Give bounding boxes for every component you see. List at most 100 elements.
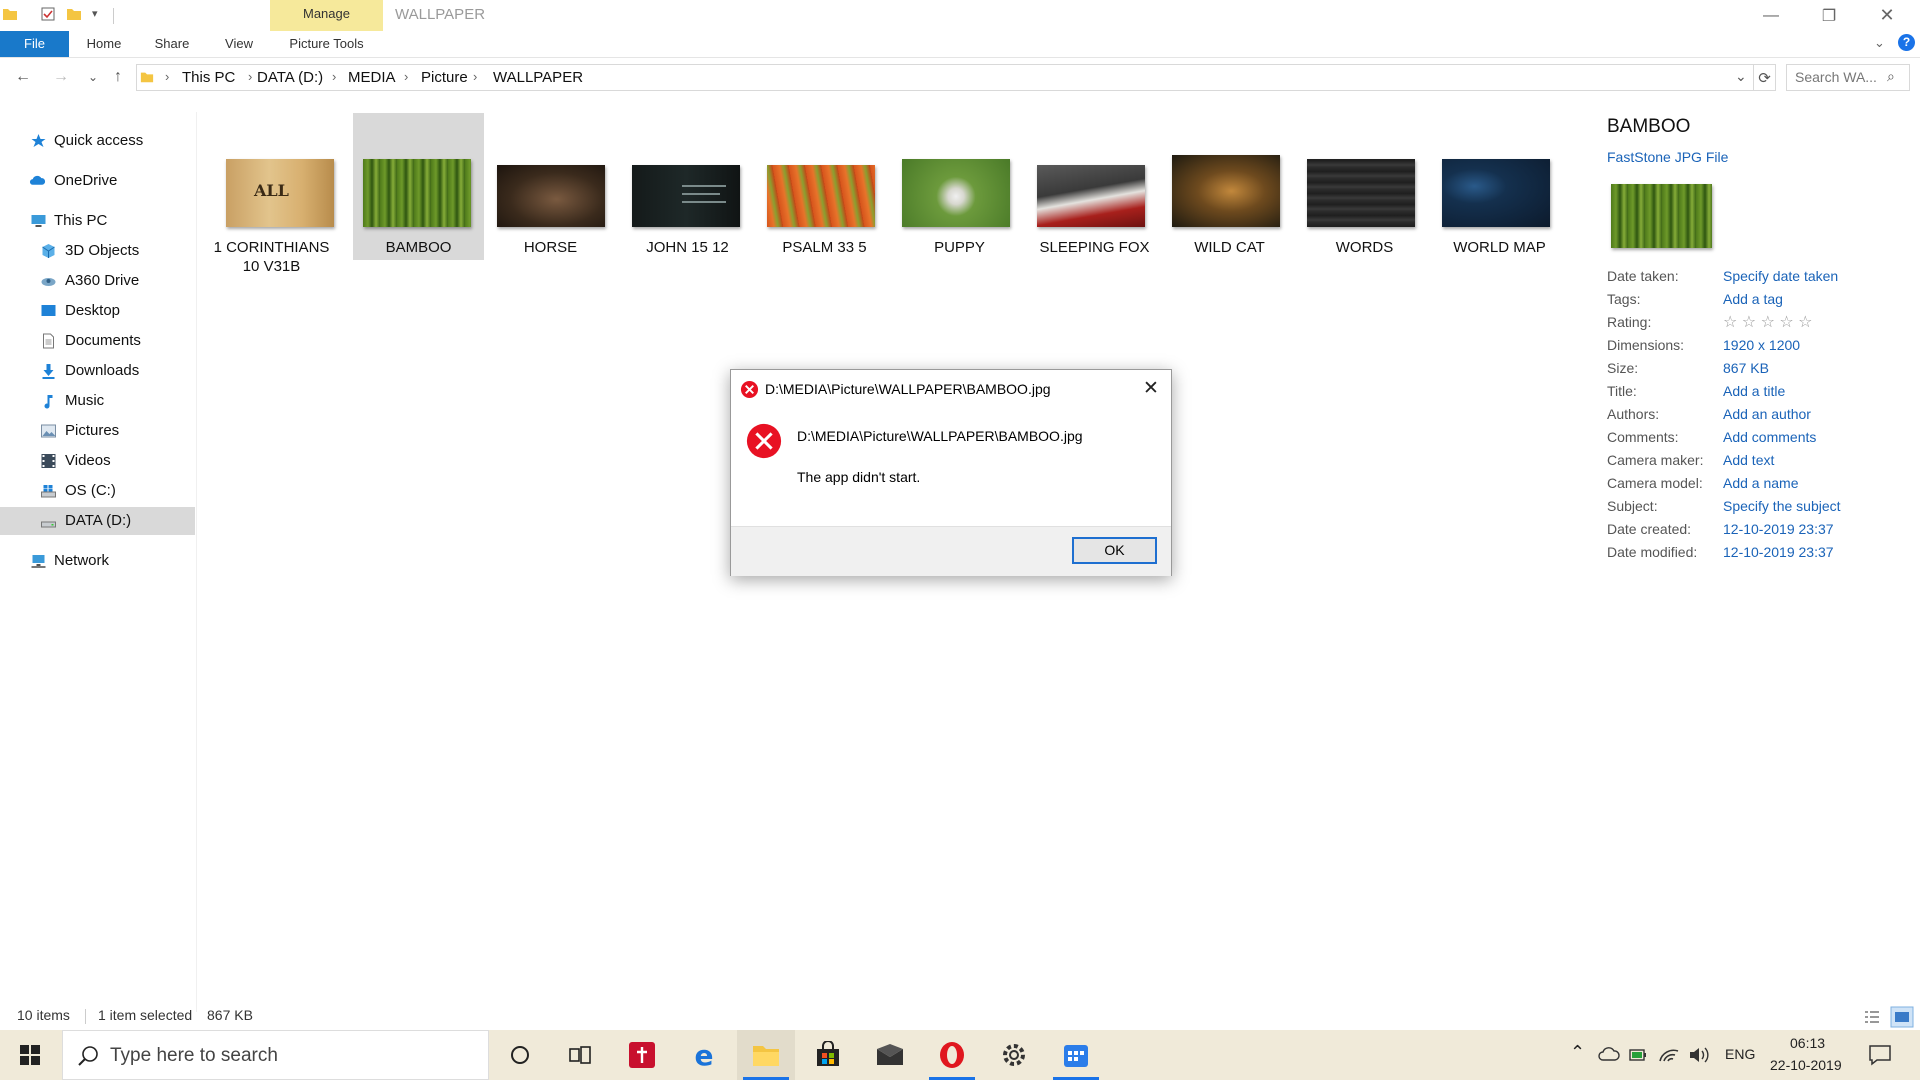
details-file-type: FastStone JPG File (1607, 149, 1729, 165)
file-item[interactable]: PUPPY (880, 113, 1011, 260)
wifi-icon[interactable] (1658, 1045, 1680, 1065)
tab-file[interactable]: File (0, 31, 69, 57)
breadcrumb-this-pc[interactable]: This PC (182, 69, 235, 86)
property-value[interactable]: Add an author (1723, 406, 1811, 422)
property-comments[interactable]: Comments: Add comments (1607, 429, 1920, 452)
sidebar-item-videos[interactable]: Videos (0, 447, 195, 475)
file-item-selected[interactable]: BAMBOO (353, 113, 484, 260)
property-value[interactable]: Add a tag (1723, 291, 1783, 307)
sidebar-item-music[interactable]: Music (0, 387, 195, 415)
property-camera-maker[interactable]: Camera maker: Add text (1607, 452, 1920, 475)
dialog-title: D:\MEDIA\Picture\WALLPAPER\BAMBOO.jpg (765, 381, 1051, 397)
file-item[interactable]: HORSE (475, 113, 606, 260)
thumbnail-image (1037, 165, 1145, 227)
details-file-name: BAMBOO (1607, 116, 1691, 137)
sidebar-item-a360-drive[interactable]: A360 Drive (0, 267, 195, 295)
maximize-button[interactable]: ❐ (1800, 0, 1858, 31)
refresh-button[interactable]: ⟳ (1754, 64, 1776, 91)
property-value[interactable]: Add text (1723, 452, 1774, 468)
tab-share[interactable]: Share (148, 31, 196, 57)
sidebar-item-os-c[interactable]: OS (C:) (0, 477, 195, 505)
file-item[interactable]: PSALM 33 5 (745, 113, 876, 260)
rating-stars-icon[interactable]: ☆ ☆ ☆ ☆ ☆ (1723, 312, 1813, 332)
property-value[interactable]: Specify the subject (1723, 498, 1841, 514)
property-value[interactable]: Add a name (1723, 475, 1799, 491)
mail-icon[interactable] (861, 1030, 919, 1080)
large-icons-view-icon[interactable] (1890, 1006, 1914, 1028)
sidebar-item-3d-objects[interactable]: 3D Objects (0, 237, 195, 265)
file-item[interactable]: WORLD MAP (1420, 113, 1551, 260)
onedrive-sync-icon[interactable] (1598, 1046, 1620, 1064)
address-dropdown-icon[interactable]: ⌄ (1735, 68, 1747, 85)
address-row: ← → ⌄ ↑ › This PC › DATA (D:) › MEDIA › … (0, 62, 1920, 94)
sidebar-item-network[interactable]: Network (0, 547, 195, 575)
file-item[interactable]: WILD CAT (1150, 113, 1281, 260)
cortana-icon[interactable] (491, 1030, 549, 1080)
clock-date[interactable]: 22-10-2019 (1770, 1057, 1842, 1073)
file-item[interactable]: ALL 1 CORINTHIANS 10 V31B (206, 113, 337, 275)
property-camera-model[interactable]: Camera model: Add a name (1607, 475, 1920, 498)
calendar-app-icon[interactable] (1047, 1030, 1105, 1080)
volume-icon[interactable] (1688, 1045, 1710, 1065)
sidebar-item-data-d[interactable]: DATA (D:) (0, 507, 195, 535)
back-button[interactable]: ← (12, 66, 34, 88)
tab-picture-tools[interactable]: Picture Tools (270, 31, 383, 57)
manage-tab[interactable]: Manage (270, 0, 383, 31)
breadcrumb-picture[interactable]: Picture (421, 69, 468, 86)
details-view-icon[interactable] (1862, 1007, 1882, 1027)
close-button[interactable]: ✕ (1858, 0, 1916, 31)
dialog-close-button[interactable]: ✕ (1135, 374, 1167, 402)
clock-time[interactable]: 06:13 (1790, 1035, 1825, 1051)
qat-dropdown-icon[interactable]: ▾ (92, 7, 98, 20)
address-bar[interactable]: › This PC › DATA (D:) › MEDIA › Picture … (136, 64, 1754, 91)
property-subject[interactable]: Subject: Specify the subject (1607, 498, 1920, 521)
tab-home[interactable]: Home (80, 31, 128, 57)
property-authors[interactable]: Authors: Add an author (1607, 406, 1920, 429)
settings-icon[interactable] (985, 1030, 1043, 1080)
properties-icon[interactable] (40, 6, 56, 22)
recent-locations-icon[interactable]: ⌄ (82, 66, 104, 88)
sidebar-item-quick-access[interactable]: Quick access (0, 127, 195, 155)
sidebar-item-pictures[interactable]: Pictures (0, 417, 195, 445)
chevron-up-icon[interactable]: ⌃ (1570, 1042, 1585, 1063)
file-item[interactable]: WORDS (1285, 113, 1416, 260)
new-folder-icon[interactable] (66, 6, 82, 22)
edge-icon[interactable]: e (675, 1030, 733, 1080)
sidebar-item-documents[interactable]: Documents (0, 327, 195, 355)
property-date-taken[interactable]: Date taken: Specify date taken (1607, 268, 1920, 291)
store-icon[interactable] (799, 1030, 857, 1080)
property-value[interactable]: Specify date taken (1723, 268, 1838, 284)
file-explorer-icon[interactable] (737, 1030, 795, 1080)
breadcrumb-media[interactable]: MEDIA (348, 69, 396, 86)
battery-icon[interactable] (1628, 1046, 1648, 1064)
up-button[interactable]: ↑ (107, 66, 129, 88)
breadcrumb-data-d[interactable]: DATA (D:) (257, 69, 323, 86)
property-value[interactable]: Add comments (1723, 429, 1816, 445)
property-rating[interactable]: Rating: ☆ ☆ ☆ ☆ ☆ (1607, 314, 1920, 337)
notifications-icon[interactable] (1868, 1044, 1892, 1066)
bible-app-icon[interactable] (613, 1030, 671, 1080)
expand-ribbon-icon[interactable]: ⌄ (1874, 35, 1885, 51)
forward-button[interactable]: → (50, 66, 72, 88)
file-item[interactable]: JOHN 15 12 (610, 113, 741, 260)
task-view-icon[interactable] (551, 1030, 609, 1080)
breadcrumb-wallpaper[interactable]: WALLPAPER (493, 69, 583, 86)
sidebar-item-onedrive[interactable]: OneDrive (0, 167, 195, 195)
tab-view[interactable]: View (215, 31, 263, 57)
file-item[interactable]: SLEEPING FOX (1015, 113, 1150, 260)
taskbar-search-input[interactable]: Type here to search (62, 1030, 489, 1080)
sidebar-item-desktop[interactable]: Desktop (0, 297, 195, 325)
property-value[interactable]: Add a title (1723, 383, 1785, 399)
property-tags[interactable]: Tags: Add a tag (1607, 291, 1920, 314)
drive-icon (41, 278, 56, 286)
property-title[interactable]: Title: Add a title (1607, 383, 1920, 406)
sidebar-item-this-pc[interactable]: This PC (0, 207, 195, 235)
ok-button[interactable]: OK (1072, 537, 1157, 564)
sidebar-item-downloads[interactable]: Downloads (0, 357, 195, 385)
minimize-button[interactable]: — (1742, 0, 1800, 31)
language-indicator[interactable]: ENG (1725, 1046, 1755, 1062)
opera-icon[interactable] (923, 1030, 981, 1080)
windows-start-icon[interactable] (20, 1045, 40, 1065)
help-icon[interactable]: ? (1898, 34, 1915, 51)
search-input[interactable]: Search WA... ⌕ (1786, 64, 1910, 91)
